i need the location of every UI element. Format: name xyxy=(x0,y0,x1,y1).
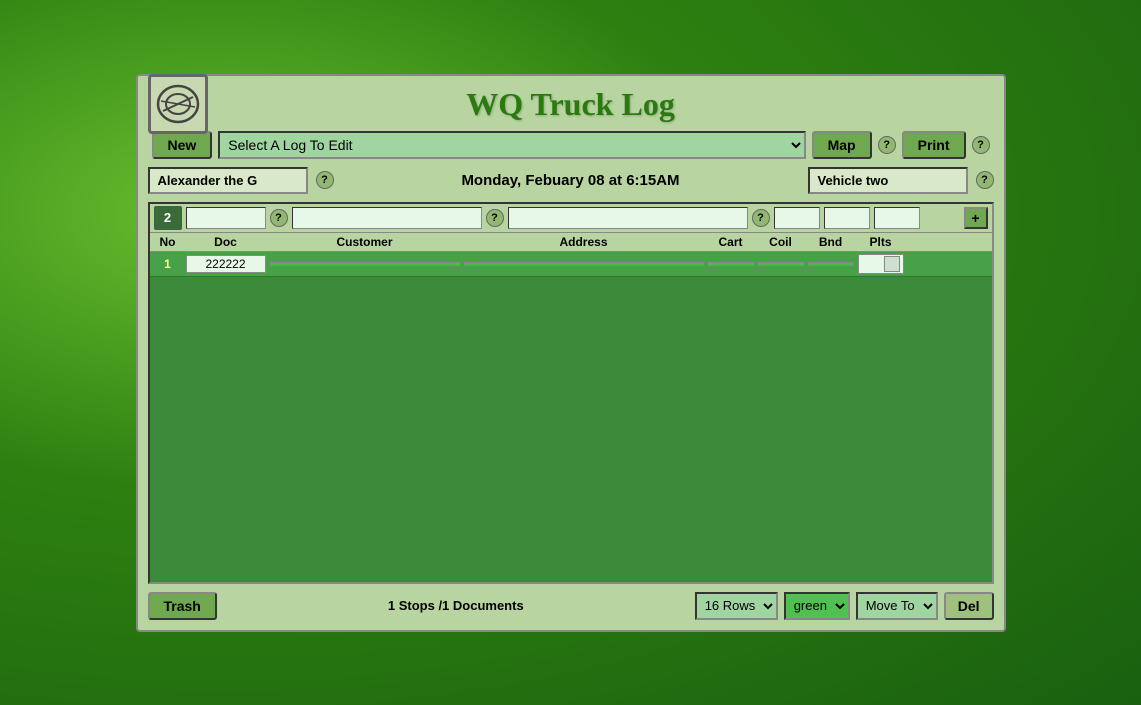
cell-coil-1[interactable] xyxy=(758,262,804,266)
doc-help-icon[interactable]: ? xyxy=(270,209,288,227)
row-count-badge: 2 xyxy=(154,206,182,230)
select-log-dropdown[interactable]: Select A Log To Edit xyxy=(218,131,805,159)
column-headers: No Doc Customer Address Cart Coil Bnd Pl… xyxy=(150,233,992,252)
bnd-input[interactable] xyxy=(874,207,920,229)
cell-cart-1[interactable] xyxy=(708,262,754,266)
del-button[interactable]: Del xyxy=(944,592,994,620)
plts-checkbox-1[interactable] xyxy=(884,256,900,272)
add-row-button[interactable]: + xyxy=(964,207,988,229)
app-title: WQ Truck Log xyxy=(466,86,675,123)
customer-help-icon[interactable]: ? xyxy=(486,209,504,227)
doc-input[interactable] xyxy=(186,207,266,229)
print-button[interactable]: Print xyxy=(902,131,966,159)
vehicle-field: Vehicle two xyxy=(808,167,968,194)
user-field: Alexander the G xyxy=(148,167,308,194)
toolbar: New Select A Log To Edit Map ? Print ? xyxy=(148,131,994,159)
map-help-icon[interactable]: ? xyxy=(878,136,896,154)
address-input[interactable] xyxy=(508,207,748,229)
col-header-cart: Cart xyxy=(708,235,754,249)
col-header-coil: Coil xyxy=(758,235,804,249)
new-button[interactable]: New xyxy=(152,131,213,159)
table-input-row: 2 ? ? ? + xyxy=(150,204,992,233)
address-help-icon[interactable]: ? xyxy=(752,209,770,227)
data-rows: 1 222222 xyxy=(150,252,992,582)
info-bar: Alexander the G ? Monday, Febuary 08 at … xyxy=(148,167,994,194)
col-header-customer: Customer xyxy=(270,235,460,249)
table-row: 1 222222 xyxy=(150,252,992,277)
title-bar: WQ Truck Log xyxy=(148,86,994,123)
vehicle-help-icon[interactable]: ? xyxy=(976,171,994,189)
color-select[interactable]: green blue red xyxy=(784,592,850,620)
customer-input[interactable] xyxy=(292,207,482,229)
footer-status: 1 Stops /1 Documents xyxy=(223,598,689,613)
col-header-doc: Doc xyxy=(186,235,266,249)
trash-button[interactable]: Trash xyxy=(148,592,217,620)
print-help-icon[interactable]: ? xyxy=(972,136,990,154)
moveto-select[interactable]: Move To xyxy=(856,592,938,620)
cell-bnd-1[interactable] xyxy=(808,262,854,266)
rows-select[interactable]: 16 Rows 8 Rows 24 Rows xyxy=(695,592,778,620)
cell-doc-1[interactable]: 222222 xyxy=(186,255,266,273)
table-area: 2 ? ? ? + No Doc Customer Address Cart C… xyxy=(148,202,994,584)
col-header-address: Address xyxy=(464,235,704,249)
cart-input[interactable] xyxy=(774,207,820,229)
user-help-icon[interactable]: ? xyxy=(316,171,334,189)
map-button[interactable]: Map xyxy=(812,131,872,159)
cell-address-1[interactable] xyxy=(464,262,704,266)
app-logo xyxy=(148,74,208,134)
col-header-plts: Plts xyxy=(858,235,904,249)
col-header-bnd: Bnd xyxy=(808,235,854,249)
cell-customer-1[interactable] xyxy=(270,262,460,266)
coil-input[interactable] xyxy=(824,207,870,229)
col-header-no: No xyxy=(154,235,182,249)
cell-plts-1[interactable] xyxy=(858,254,904,274)
cell-no-1: 1 xyxy=(154,257,182,271)
date-display: Monday, Febuary 08 at 6:15AM xyxy=(342,172,800,189)
main-window: WQ Truck Log New Select A Log To Edit Ma… xyxy=(136,74,1006,632)
footer-bar: Trash 1 Stops /1 Documents 16 Rows 8 Row… xyxy=(148,592,994,620)
